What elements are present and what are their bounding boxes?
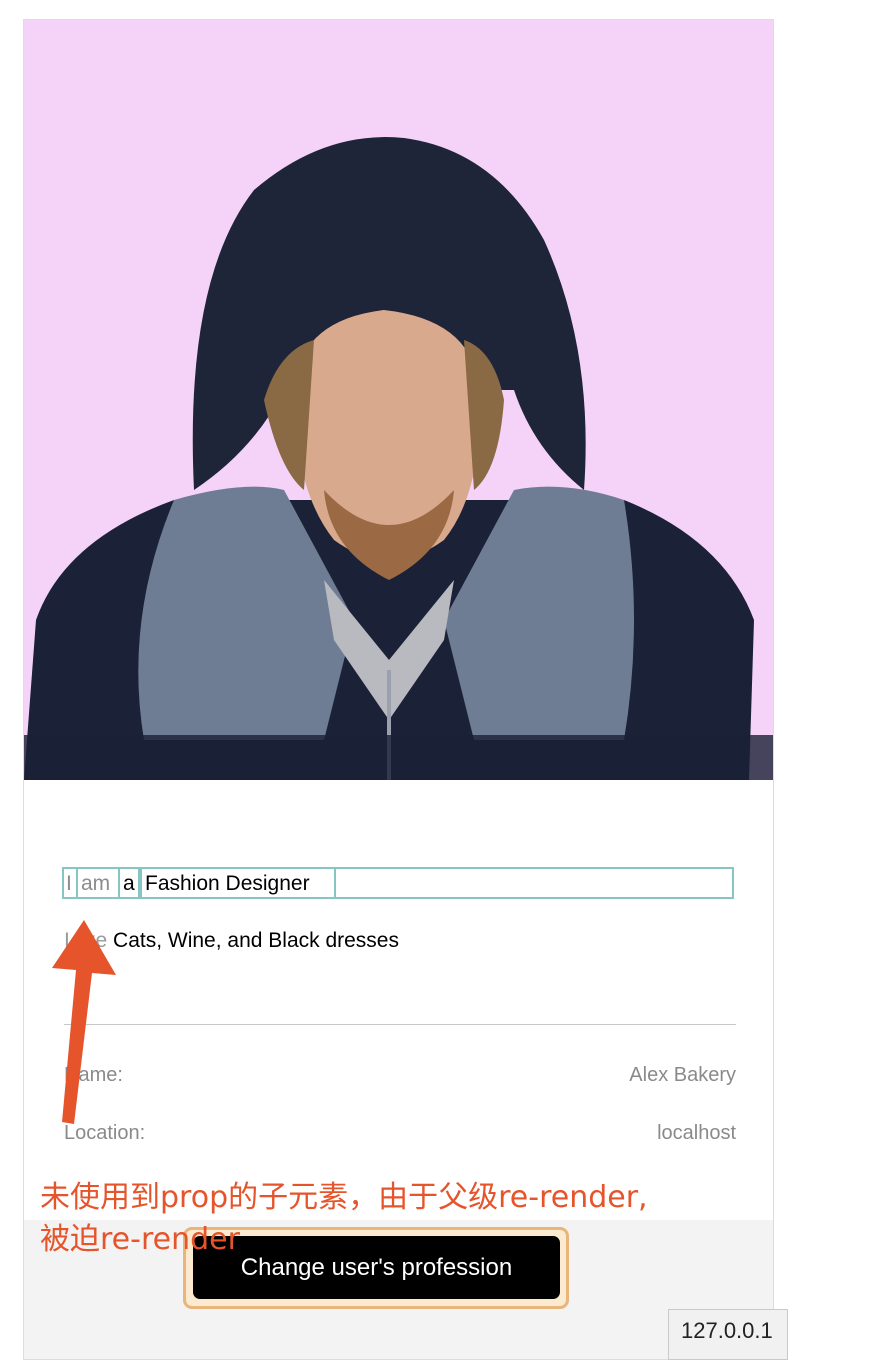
detail-key: Location:: [64, 1122, 146, 1144]
likes-tagline: I like Cats, Wine, and Black dresses: [64, 929, 399, 953]
annotation-line-2: 被迫re-render: [40, 1222, 240, 1257]
tagline-likes: Cats, Wine, and Black dresses: [113, 929, 399, 952]
status-bar-url: 127.0.0.1: [668, 1309, 788, 1360]
profile-card: I am a Fashion Designer I like Cats, Win…: [23, 19, 774, 1360]
detail-value: localhost: [657, 1122, 736, 1144]
profession-headline: I am a Fashion Designer: [62, 867, 734, 899]
annotation-note: 未使用到prop的子元素，由于父级re-render, 被迫re-render: [40, 1177, 648, 1261]
headline-segment-a: a: [118, 867, 140, 899]
detail-value: Alex Bakery: [629, 1064, 736, 1086]
tagline-prefix: I like: [64, 929, 108, 952]
annotation-line-1: 未使用到prop的子元素，由于父级re-render,: [40, 1180, 648, 1215]
headline-segment-am: am: [76, 867, 120, 899]
headline-segment-profession: Fashion Designer: [140, 867, 336, 899]
detail-key: Name:: [64, 1064, 123, 1086]
divider: [64, 1024, 736, 1025]
profile-photo: [24, 20, 773, 780]
